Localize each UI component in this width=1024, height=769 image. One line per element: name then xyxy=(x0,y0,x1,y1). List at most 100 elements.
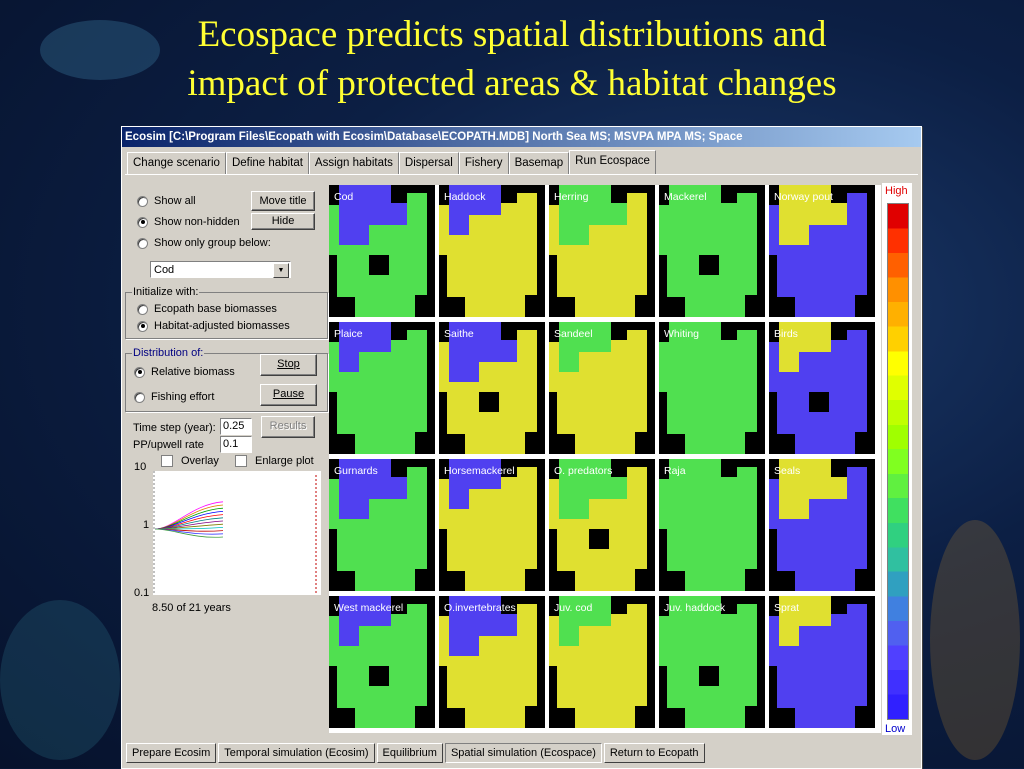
map-o-invertebrates[interactable]: O.invertebrates xyxy=(439,596,545,728)
window-titlebar[interactable]: Ecosim [C:\Program Files\Ecopath with Ec… xyxy=(122,127,921,147)
group-select[interactable]: Cod ▼ xyxy=(150,261,291,278)
legend-color-bar xyxy=(887,203,909,720)
y-tick-0-1: 0.1 xyxy=(134,587,150,599)
map-shading xyxy=(549,322,647,454)
tab-assign-habitats[interactable]: Assign habitats xyxy=(308,152,399,174)
map-label: Juv. haddock xyxy=(664,602,726,614)
map-label: O. predators xyxy=(554,465,613,477)
map-label: Haddock xyxy=(444,191,486,203)
map-plaice[interactable]: Plaice xyxy=(329,322,435,454)
fishing-effort-label: Fishing effort xyxy=(151,391,215,403)
map-herring[interactable]: Herring xyxy=(549,185,655,317)
initialize-group: Initialize with: Ecopath base biomasses … xyxy=(125,286,328,339)
tab-temporal-simulation[interactable]: Temporal simulation (Ecosim) xyxy=(218,743,375,763)
map-shading xyxy=(549,459,647,591)
map-label: Horsemackerel xyxy=(444,465,515,477)
map-label: Seals xyxy=(774,465,801,477)
map-cod[interactable]: Cod xyxy=(329,185,435,317)
tab-change-scenario[interactable]: Change scenario xyxy=(127,152,226,174)
ecopath-base-label: Ecopath base biomasses xyxy=(154,303,277,315)
map-shading xyxy=(769,322,867,454)
tab-prepare-ecosim[interactable]: Prepare Ecosim xyxy=(126,743,217,763)
radio-dot xyxy=(137,303,148,315)
radio-dot xyxy=(137,195,148,207)
show-non-hidden-radio[interactable]: Show non-hidden xyxy=(137,216,240,228)
map-raja[interactable]: Raja xyxy=(659,459,765,591)
pause-button[interactable]: Pause xyxy=(260,384,317,406)
map-label: Mackerel xyxy=(664,191,707,203)
map-saithe[interactable]: Saithe xyxy=(439,322,545,454)
map-gurnards[interactable]: Gurnards xyxy=(329,459,435,591)
tab-define-habitat[interactable]: Define habitat xyxy=(225,152,309,174)
relative-biomass-label: Relative biomass xyxy=(151,366,235,378)
map-sprat[interactable]: Sprat xyxy=(769,596,875,728)
overlay-checkbox[interactable]: Overlay xyxy=(161,455,219,467)
legend-low-label: Low xyxy=(885,723,906,735)
pp-upwell-input[interactable]: 0.1 xyxy=(220,436,252,453)
background-coral-decoration xyxy=(930,520,1020,760)
enlarge-plot-checkbox[interactable]: Enlarge plot xyxy=(235,455,314,467)
map-haddock[interactable]: Haddock xyxy=(439,185,545,317)
show-all-label: Show all xyxy=(154,195,196,207)
slide-title-line-1: Ecospace predicts spatial distributions … xyxy=(197,14,827,55)
map-shading xyxy=(439,185,537,317)
time-step-input[interactable]: 0.25 xyxy=(220,418,252,435)
map-whiting[interactable]: Whiting xyxy=(659,322,765,454)
background-light-decoration xyxy=(0,600,120,760)
tab-return-to-ecopath[interactable]: Return to Ecopath xyxy=(603,743,705,763)
tab-basemap[interactable]: Basemap xyxy=(508,152,570,174)
results-button[interactable]: Results xyxy=(261,416,315,438)
ecopath-base-radio[interactable]: Ecopath base biomasses xyxy=(137,303,277,315)
map-label: Norway pout xyxy=(774,191,833,203)
distribution-group: Distribution of: Relative biomass Fishin… xyxy=(125,347,328,412)
stop-button[interactable]: Stop xyxy=(260,354,317,376)
map-label: Sandeel xyxy=(554,328,593,340)
show-only-group-radio[interactable]: Show only group below: xyxy=(137,237,271,249)
overlay-label: Overlay xyxy=(181,455,219,467)
tab-dispersal[interactable]: Dispersal xyxy=(398,152,459,174)
map-norway-pout[interactable]: Norway pout xyxy=(769,185,875,317)
map-label: Raja xyxy=(664,465,686,477)
biomass-trajectory-plot[interactable] xyxy=(153,471,321,595)
habitat-adjusted-label: Habitat-adjusted biomasses xyxy=(154,320,290,332)
map-label: Cod xyxy=(334,191,354,203)
map-shading xyxy=(769,459,867,591)
top-tab-strip: Change scenario Define habitat Assign ha… xyxy=(127,150,656,175)
tab-spatial-simulation[interactable]: Spatial simulation (Ecospace) xyxy=(444,743,602,763)
pp-upwell-label: PP/upwell rate xyxy=(133,439,204,451)
map-birds[interactable]: Birds xyxy=(769,322,875,454)
map-juv-cod[interactable]: Juv. cod xyxy=(549,596,655,728)
habitat-adjusted-radio[interactable]: Habitat-adjusted biomasses xyxy=(137,320,290,332)
map-juv-haddock[interactable]: Juv. haddock xyxy=(659,596,765,728)
map-o-predators[interactable]: O. predators xyxy=(549,459,655,591)
map-mackerel[interactable]: Mackerel xyxy=(659,185,765,317)
map-label: O.invertebrates xyxy=(444,602,516,614)
fishing-effort-radio[interactable]: Fishing effort xyxy=(134,391,214,403)
hide-button[interactable]: Hide xyxy=(251,213,315,230)
map-west-mackerel[interactable]: West mackerel xyxy=(329,596,435,728)
map-sandeel[interactable]: Sandeel xyxy=(549,322,655,454)
chevron-down-icon[interactable]: ▼ xyxy=(273,263,289,278)
map-seals[interactable]: Seals xyxy=(769,459,875,591)
map-label: Sprat xyxy=(774,602,800,614)
map-shading xyxy=(439,596,537,728)
tab-equilibrium[interactable]: Equilibrium xyxy=(376,743,443,763)
radio-dot-selected xyxy=(134,366,145,378)
map-shading xyxy=(439,322,537,454)
trajectory-lines xyxy=(153,471,317,595)
map-horsemackerel[interactable]: Horsemackerel xyxy=(439,459,545,591)
map-shading xyxy=(549,596,647,728)
time-step-label: Time step (year): xyxy=(133,422,216,434)
map-label: Plaice xyxy=(334,328,363,340)
map-shading xyxy=(549,185,647,317)
tab-fishery[interactable]: Fishery xyxy=(458,152,509,174)
checkbox-box xyxy=(161,455,173,467)
show-all-radio[interactable]: Show all xyxy=(137,195,196,207)
trajectory-line xyxy=(154,528,224,538)
map-label: Whiting xyxy=(664,328,700,340)
ecosim-window: Ecosim [C:\Program Files\Ecopath with Ec… xyxy=(121,126,922,769)
map-label: Juv. cod xyxy=(554,602,593,614)
tab-run-ecospace[interactable]: Run Ecospace xyxy=(569,150,656,175)
relative-biomass-radio[interactable]: Relative biomass xyxy=(134,366,235,378)
move-title-button[interactable]: Move title xyxy=(251,191,315,211)
